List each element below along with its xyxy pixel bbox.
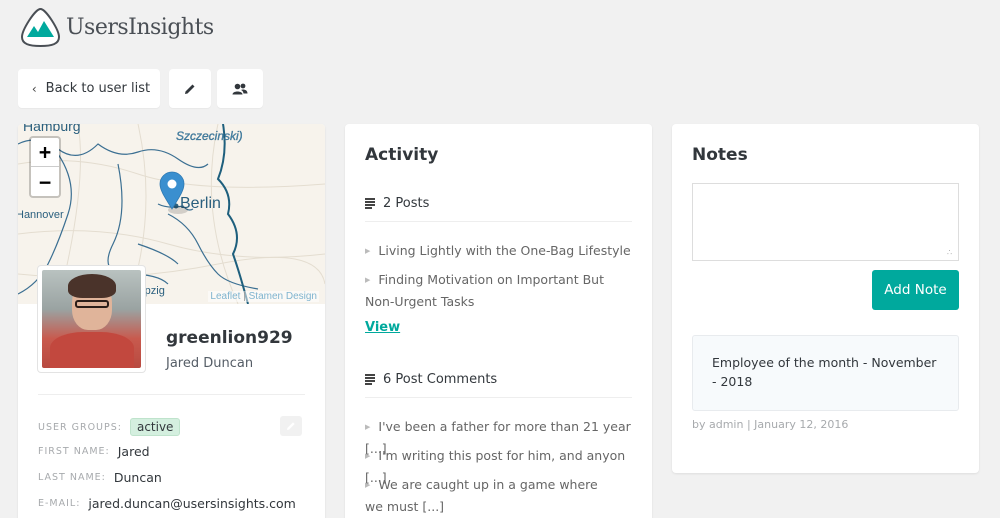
note-text: Employee of the month - November - 2018 bbox=[712, 355, 937, 389]
add-note-button[interactable]: Add Note bbox=[872, 270, 959, 310]
posts-heading: 2 Posts bbox=[383, 196, 430, 211]
user-groups-label: USER GROUPS: bbox=[38, 421, 122, 433]
post-item[interactable]: ▶ Finding Motivation on Important But Non… bbox=[365, 269, 632, 312]
user-group-badge[interactable]: active bbox=[129, 418, 181, 436]
comment-excerpt: We are caught up in a game where we must… bbox=[365, 477, 598, 514]
app-logo[interactable]: UsersInsights bbox=[19, 6, 214, 48]
avatar-photo bbox=[42, 270, 141, 368]
field-first-name: FIRST NAME: Jared bbox=[38, 444, 150, 459]
comments-section-header: 6 Post Comments bbox=[365, 372, 632, 398]
users-icon bbox=[232, 83, 248, 94]
caret-right-icon: ▶ bbox=[365, 423, 371, 431]
chevron-left-icon: ‹ bbox=[31, 81, 37, 96]
map-zoom-out-button[interactable]: − bbox=[31, 167, 59, 196]
post-item[interactable]: ▶ Living Lightly with the One-Bag Lifesty… bbox=[365, 240, 632, 262]
map-zoom-control: + − bbox=[29, 136, 61, 198]
back-to-user-list-button[interactable]: ‹ Back to user list bbox=[18, 69, 160, 108]
last-name-value: Duncan bbox=[113, 470, 162, 485]
comments-heading: 6 Post Comments bbox=[383, 372, 498, 387]
attribution-separator: | bbox=[243, 291, 246, 302]
activity-title: Activity bbox=[365, 145, 439, 165]
activity-card: Activity 2 Posts ▶ Living Lightly with th… bbox=[345, 124, 652, 518]
notes-card: Notes ∴ Add Note Employee of the month -… bbox=[672, 124, 979, 473]
post-title: Living Lightly with the One-Bag Lifestyl… bbox=[378, 243, 631, 258]
post-title: Finding Motivation on Important But Non-… bbox=[365, 272, 604, 309]
posts-section-header: 2 Posts bbox=[365, 196, 632, 222]
back-button-label: Back to user list bbox=[45, 81, 151, 96]
view-posts-link[interactable]: View bbox=[365, 320, 400, 335]
profile-card: Hamburg Szczecinski) Berlin Hannover Lei… bbox=[18, 124, 325, 518]
caret-right-icon: ▶ bbox=[365, 247, 371, 255]
list-lines-icon bbox=[365, 197, 375, 211]
username: greenlion929 bbox=[166, 328, 293, 348]
field-email: E-MAIL: jared.duncan@usersinsights.com bbox=[38, 496, 296, 511]
note-input[interactable] bbox=[692, 183, 959, 261]
edit-user-groups-button[interactable] bbox=[280, 416, 302, 436]
email-value[interactable]: jared.duncan@usersinsights.com bbox=[88, 496, 295, 511]
map-marker-icon[interactable] bbox=[159, 171, 188, 214]
map-label-hamburg: Hamburg bbox=[23, 124, 81, 134]
resize-grip-icon[interactable]: ∴ bbox=[947, 248, 952, 257]
notes-title: Notes bbox=[692, 145, 748, 165]
field-last-name: LAST NAME: Duncan bbox=[38, 470, 162, 485]
note-meta: by admin | January 12, 2016 bbox=[692, 418, 849, 431]
map-label-hannover: Hannover bbox=[18, 209, 64, 221]
field-user-groups: USER GROUPS: active bbox=[38, 418, 181, 436]
avatar bbox=[37, 265, 146, 373]
app-name: UsersInsights bbox=[66, 14, 214, 40]
caret-right-icon: ▶ bbox=[365, 481, 371, 489]
stamen-design-link[interactable]: Stamen Design bbox=[249, 291, 317, 302]
first-name-value: Jared bbox=[117, 444, 150, 459]
email-label: E-MAIL: bbox=[38, 498, 81, 509]
pencil-icon bbox=[185, 84, 195, 94]
caret-right-icon: ▶ bbox=[365, 452, 371, 460]
first-name-label: FIRST NAME: bbox=[38, 446, 110, 457]
map-zoom-in-button[interactable]: + bbox=[31, 138, 59, 167]
list-lines-icon bbox=[365, 373, 375, 387]
comment-item[interactable]: ▶ We are caught up in a game where we mus… bbox=[365, 474, 612, 517]
profile-divider bbox=[38, 394, 305, 395]
toolbar: ‹ Back to user list bbox=[18, 69, 263, 108]
note-item: Employee of the month - November - 2018 bbox=[692, 335, 959, 411]
last-name-label: LAST NAME: bbox=[38, 472, 106, 483]
edit-user-button[interactable] bbox=[169, 69, 211, 108]
map-attribution: Leaflet | Stamen Design bbox=[208, 291, 319, 302]
leaflet-link[interactable]: Leaflet bbox=[210, 291, 240, 302]
map-label-szczecin: Szczecinski) bbox=[176, 129, 243, 143]
pencil-icon bbox=[287, 422, 295, 430]
logo-mountain-icon bbox=[20, 7, 61, 48]
full-name: Jared Duncan bbox=[166, 356, 254, 371]
caret-right-icon: ▶ bbox=[365, 276, 371, 284]
user-groups-button[interactable] bbox=[217, 69, 263, 108]
